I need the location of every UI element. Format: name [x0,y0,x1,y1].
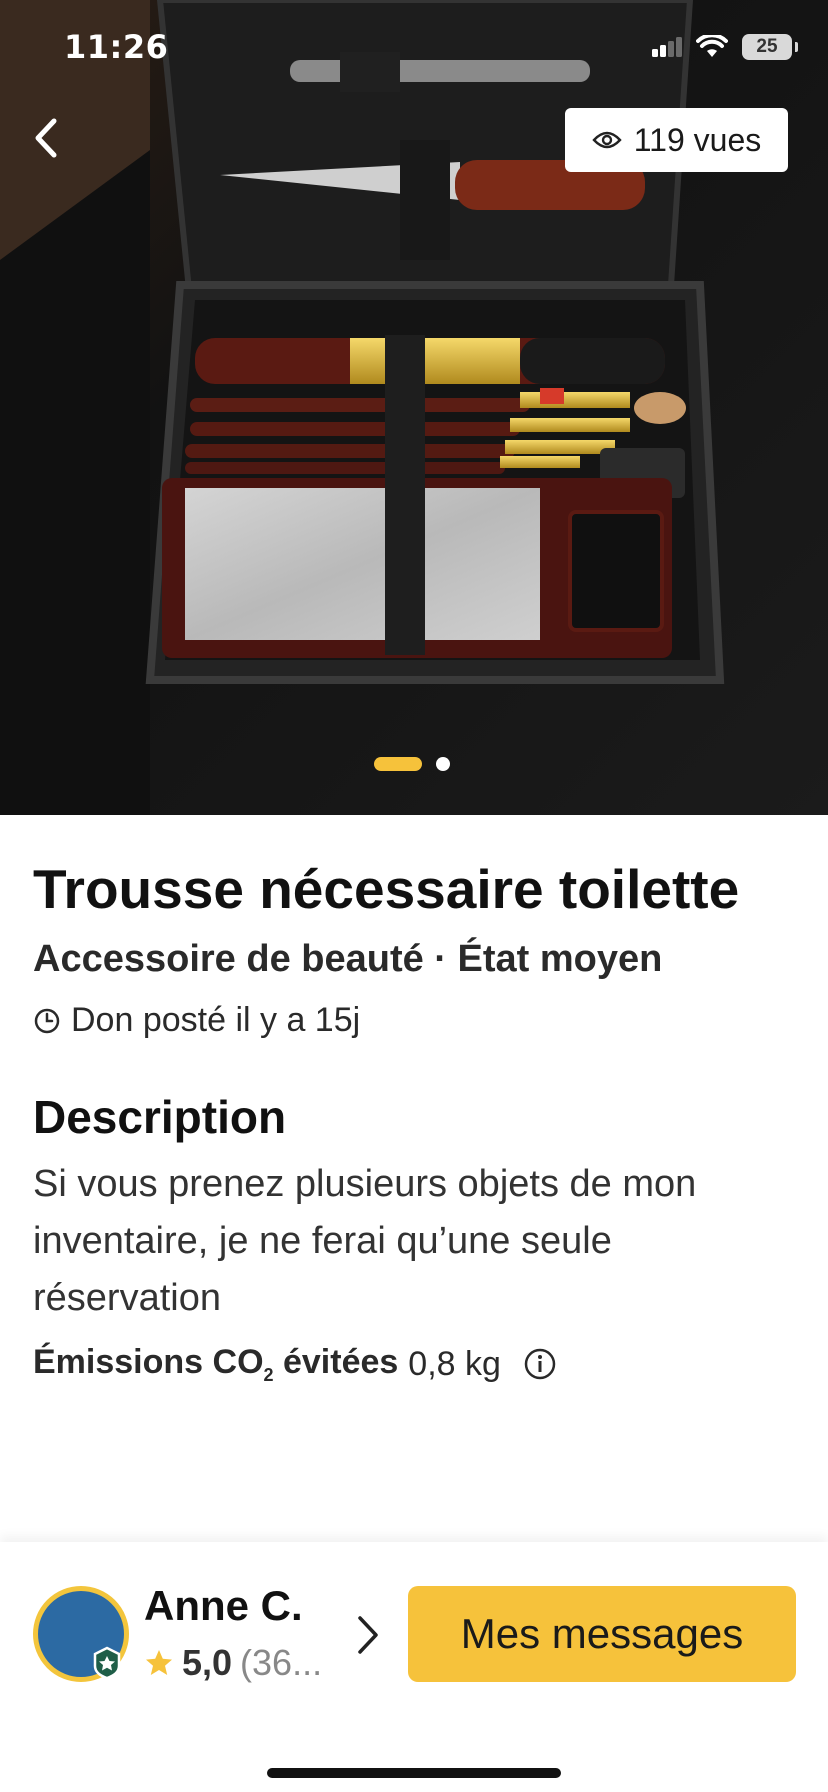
clock-icon [34,1008,60,1033]
star-icon [146,1650,172,1675]
eye-icon [592,131,622,149]
views-counter: 119 vues [565,108,788,172]
giver-rating: 5,0 (36... [144,1642,322,1684]
co2-label-prefix: Émissions CO [33,1343,264,1381]
status-time: 11:26 [64,28,169,66]
giver-name[interactable]: Anne C. [144,1582,303,1630]
co2-savings: Émissions CO2 évitées 0,8 kg [33,1343,795,1386]
info-icon [524,1349,556,1380]
verified-badge-icon [93,1646,121,1680]
home-indicator[interactable] [267,1768,561,1778]
co2-info-button[interactable] [523,1347,557,1381]
carousel-indicator [374,757,450,771]
co2-label: Émissions CO2 évitées [33,1343,398,1386]
bottom-action-bar: Anne C. 5,0 (36... Mes messages [0,1542,828,1792]
rating-count: (36... [240,1642,323,1683]
description-heading: Description [33,1091,287,1143]
status-bar: 11:26 25 [0,0,828,100]
signal-icon [652,37,682,57]
posted-label: Don posté il y a 15j [71,1001,361,1039]
chevron-right-icon [358,1616,378,1654]
status-icons: 25 [652,34,798,60]
battery-icon: 25 [742,34,798,60]
co2-subscript: 2 [263,1364,274,1385]
back-button[interactable] [18,110,74,166]
listing-category-condition: Accessoire de beauté · État moyen [33,938,663,980]
listing-title: Trousse nécessaire toilette [33,858,740,920]
co2-label-suffix: évitées [273,1343,399,1381]
messages-button[interactable]: Mes messages [408,1586,796,1682]
giver-profile-button[interactable] [350,1610,386,1660]
views-label: 119 vues [633,121,762,158]
rating-score: 5,0 [182,1642,233,1683]
description-text: Si vous prenez plusieurs objets de mon i… [33,1163,697,1319]
listing-details: Trousse nécessaire toilette Accessoire d… [33,850,795,1386]
carousel-dot-active [374,757,422,771]
product-photo-carousel[interactable]: 11:26 25 119 vues [0,0,828,815]
co2-value: 0,8 kg [408,1344,501,1383]
posted-time: Don posté il y a 15j [33,1001,795,1040]
carousel-dot[interactable] [436,757,450,771]
back-arrow-icon [35,118,57,158]
wifi-icon [696,35,728,57]
battery-level: 25 [756,36,778,57]
